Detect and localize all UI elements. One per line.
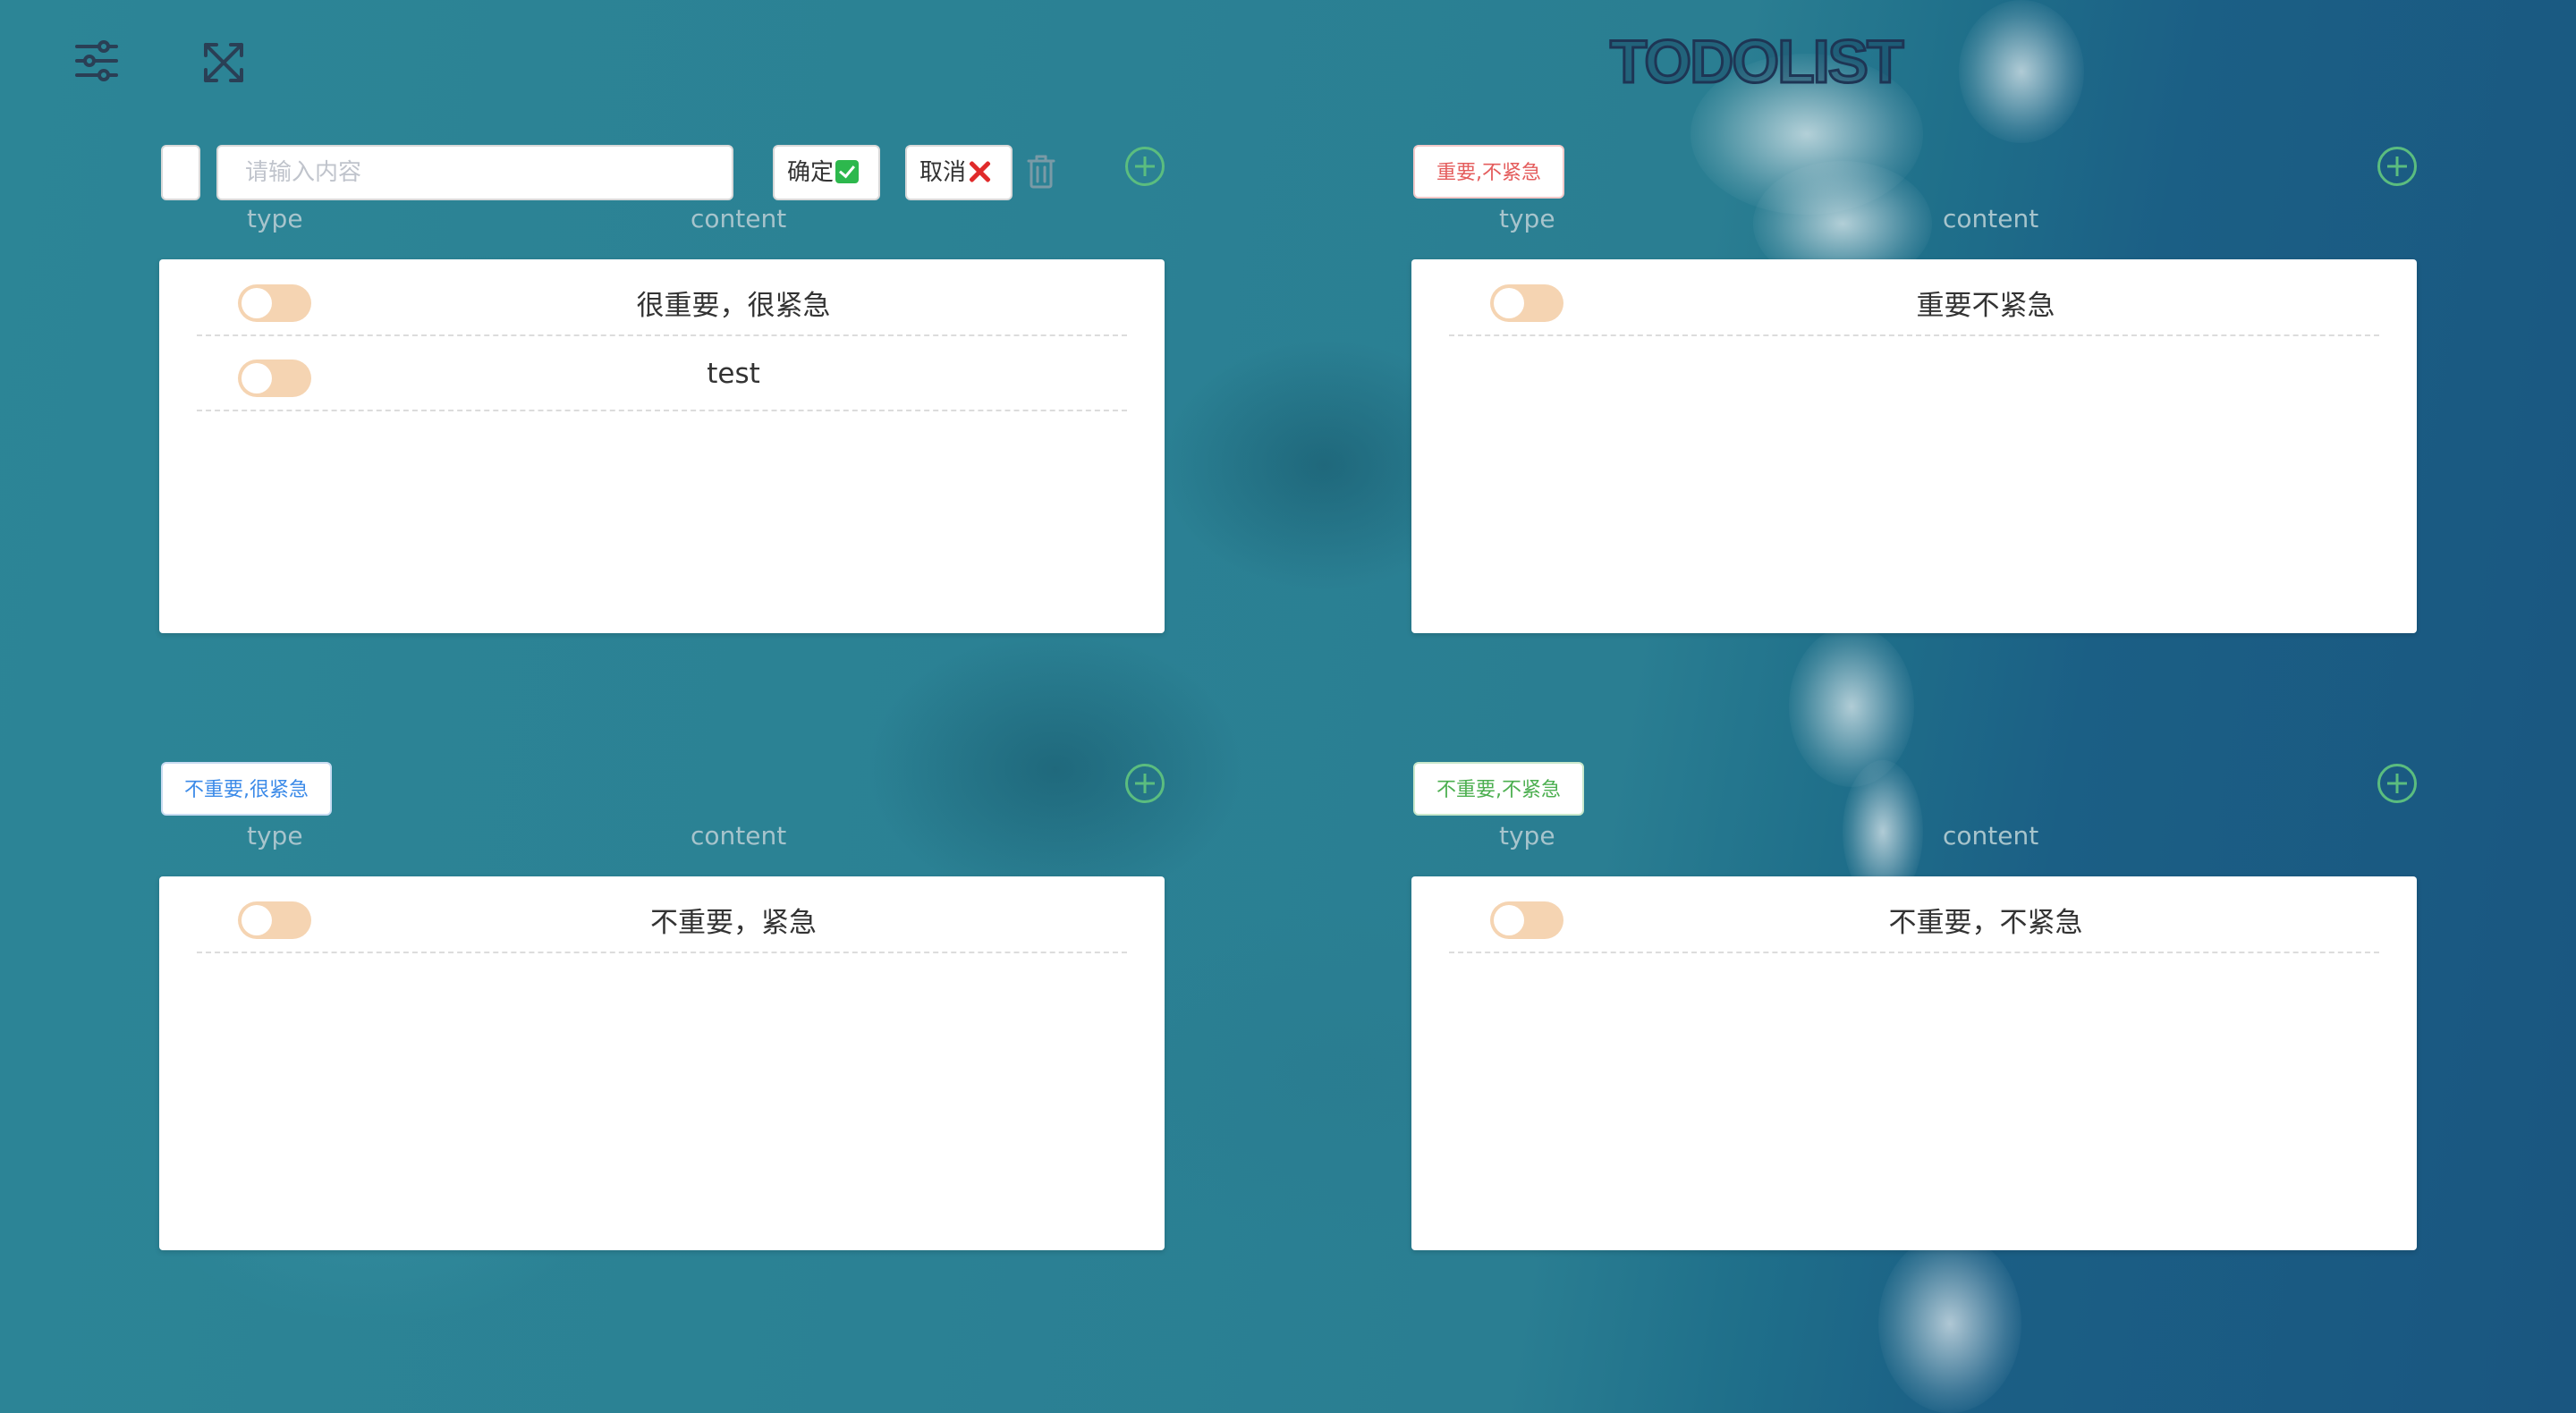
add-button[interactable]: [1125, 764, 1165, 803]
todo-row: 不重要，不紧急: [1449, 876, 2379, 953]
cancel-label: 取消: [919, 159, 967, 186]
done-toggle[interactable]: [1490, 901, 1563, 939]
x-icon: [968, 160, 991, 183]
type-select-box[interactable]: [161, 145, 200, 200]
column-header-type: type: [247, 204, 303, 233]
column-header-content: content: [691, 204, 787, 233]
type-button-not-important-not-urgent[interactable]: 不重要,不紧急: [1413, 762, 1584, 816]
app-title: TODOLIST: [1609, 27, 1906, 97]
todo-card: 不重要，不紧急: [1411, 876, 2417, 1250]
todo-text: 很重要，很紧急: [636, 290, 831, 322]
confirm-label: 确定: [787, 159, 835, 186]
todo-text: test: [707, 358, 760, 390]
column-header-content: content: [1943, 821, 2039, 850]
quadrant-important-not-urgent: 重要,不紧急 type content 重要不紧急: [1411, 143, 2417, 662]
todo-text: 不重要，不紧急: [1888, 907, 2083, 939]
todo-card: 不重要，紧急: [159, 876, 1165, 1250]
column-header-content: content: [691, 821, 787, 850]
quadrant-not-important-not-urgent: 不重要,不紧急 type content 不重要，不紧急: [1411, 760, 2417, 1279]
column-header-type: type: [247, 821, 303, 850]
done-toggle[interactable]: [238, 901, 311, 939]
todo-input[interactable]: [216, 145, 733, 200]
done-toggle[interactable]: [1490, 284, 1563, 322]
quadrant-important-urgent: 确定 取消 type content 很重要，很紧急 test: [159, 143, 1165, 662]
add-button[interactable]: [2377, 764, 2417, 803]
todo-row: test: [197, 334, 1127, 411]
cancel-button[interactable]: 取消: [905, 145, 1013, 200]
check-icon: [835, 159, 860, 183]
done-toggle[interactable]: [238, 360, 311, 397]
expand-icon[interactable]: [199, 38, 249, 88]
trash-icon[interactable]: [1023, 154, 1059, 190]
todo-card: 重要不紧急: [1411, 259, 2417, 633]
type-button-important-not-urgent[interactable]: 重要,不紧急: [1413, 145, 1564, 199]
sliders-icon[interactable]: [72, 36, 122, 86]
column-header-type: type: [1499, 204, 1555, 233]
done-toggle[interactable]: [238, 284, 311, 322]
quadrant-not-important-urgent: 不重要,很紧急 type content 不重要，紧急: [159, 760, 1165, 1279]
todo-row: 很重要，很紧急: [197, 259, 1127, 336]
column-header-type: type: [1499, 821, 1555, 850]
add-button[interactable]: [2377, 147, 2417, 186]
add-button[interactable]: [1125, 147, 1165, 186]
todo-text: 不重要，紧急: [650, 907, 817, 939]
confirm-button[interactable]: 确定: [773, 145, 880, 200]
type-button-not-important-urgent[interactable]: 不重要,很紧急: [161, 762, 332, 816]
column-header-content: content: [1943, 204, 2039, 233]
todo-card: 很重要，很紧急 test: [159, 259, 1165, 633]
todo-row: 不重要，紧急: [197, 876, 1127, 953]
background-foam: [1959, 0, 2084, 143]
todo-text: 重要不紧急: [1916, 290, 2055, 322]
todo-row: 重要不紧急: [1449, 259, 2379, 336]
